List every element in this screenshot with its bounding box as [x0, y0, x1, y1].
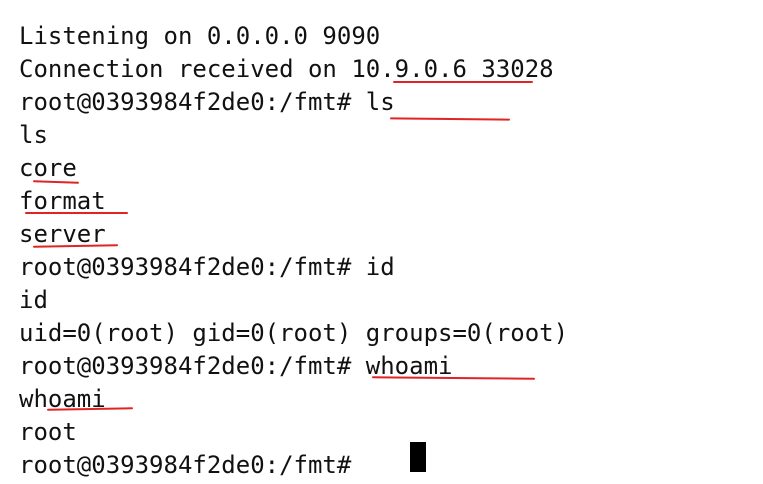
- terminal-line-9: id: [19, 286, 48, 314]
- terminal-cursor: [410, 442, 426, 472]
- terminal-line-13: root: [19, 418, 77, 446]
- underline-ip-address: [393, 81, 533, 83]
- terminal-line-4: ls: [19, 121, 48, 149]
- terminal-line-1: Listening on 0.0.0.0 9090: [19, 22, 381, 50]
- terminal-window[interactable]: Listening on 0.0.0.0 9090 Connection rec…: [0, 0, 763, 484]
- underline-ls-command: [389, 117, 511, 121]
- terminal-line-8: root@0393984f2de0:/fmt# id: [19, 253, 395, 281]
- terminal-line-5: core: [19, 154, 77, 182]
- underline-format: [25, 212, 128, 214]
- terminal-line-10: uid=0(root) gid=0(root) groups=0(root): [19, 319, 569, 347]
- terminal-prompt-line: root@0393984f2de0:/fmt#: [19, 451, 366, 479]
- terminal-line-3: root@0393984f2de0:/fmt# ls: [19, 88, 395, 116]
